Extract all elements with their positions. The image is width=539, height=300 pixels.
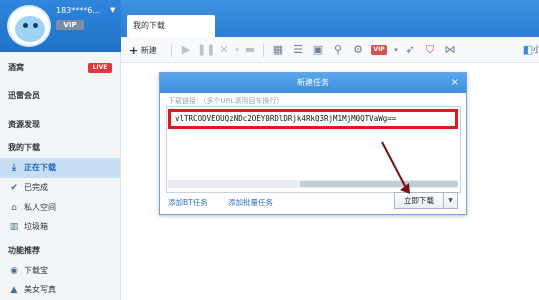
details-icon[interactable]: ▣ [311, 43, 325, 57]
download-box-icon: ◉ [10, 266, 18, 276]
sidebar-section-recommended: 功能推荐 [0, 241, 120, 261]
sidebar-item-label: 美女写真 [24, 285, 56, 294]
start-icon[interactable]: ▶ [179, 43, 193, 57]
delete-icon[interactable]: ✕ [217, 43, 231, 57]
settings-gear-icon[interactable]: ⚙ [351, 43, 365, 57]
sidebar-item-vip-member[interactable]: 迅雷会员 [0, 86, 120, 106]
avatar-eye-icon [23, 23, 28, 28]
sidebar-section-my-downloads: 我的下载 [0, 138, 120, 158]
dialog-titlebar: 新建任务 × [160, 73, 466, 93]
speed-icon[interactable]: ➶ [403, 43, 417, 57]
avatar[interactable] [7, 5, 51, 47]
download-options-chevron-icon[interactable]: ▼ [444, 192, 458, 209]
grid-view-icon[interactable]: ▦ [271, 43, 285, 57]
trash-icon: ▥ [9, 222, 19, 232]
search-icon[interactable]: ⚲ [331, 43, 345, 57]
avatar-eye-icon [33, 23, 38, 28]
check-icon: ✔ [10, 183, 18, 193]
sidebar-item-photos[interactable]: ▲ 美女写真 [0, 280, 120, 300]
sort-icon[interactable]: ☰ [291, 43, 305, 57]
horizontal-scrollbar[interactable] [168, 180, 458, 188]
new-task-dialog: 新建任务 × 下载链接：（多个URL请用回车换行） vlTRCODVEOUQzN… [159, 72, 467, 215]
sidebar: 183****6... ▼ VIP 酒窝 LIVE 迅雷会员 资源发现 我的下载… [0, 0, 121, 300]
sidebar-item-jiuwo[interactable]: 酒窝 LIVE [0, 58, 120, 78]
sidebar-section-label: 我的下载 [8, 143, 40, 152]
sidebar-item-trash[interactable]: ▥ 垃圾箱 [0, 217, 120, 237]
download-icon: ⤓ [12, 163, 16, 173]
sidebar-item-label: 私人空间 [24, 203, 56, 212]
user-menu-chevron-icon[interactable]: ▼ [110, 6, 115, 14]
tab-bar: 我的下载 [121, 0, 539, 37]
folder-icon[interactable]: ▬ [243, 43, 257, 57]
vip-toolbar-badge[interactable]: VIP [371, 45, 387, 55]
new-task-button[interactable]: + 新建 [129, 44, 157, 57]
vip-dropdown-chevron-icon[interactable]: ▾ [389, 43, 403, 57]
url-input-highlighted[interactable]: vlTRCODVEOUQzNDc2OEY0RDlDRjk4RkQ3RjM1MjM… [168, 109, 458, 129]
sidebar-item-label: 已完成 [24, 183, 48, 192]
sidebar-item-download-box[interactable]: ◉ 下载宝 [0, 261, 120, 281]
sidebar-item-resource-discovery[interactable]: 资源发现 [0, 115, 120, 135]
download-now-button[interactable]: 立即下载 [394, 192, 444, 209]
pause-icon[interactable]: ❚❚ [197, 43, 215, 57]
scrollbar-thumb[interactable] [300, 181, 458, 187]
game-controller-icon[interactable]: ⋈ [443, 43, 457, 57]
sidebar-item-label: 资源发现 [8, 120, 40, 129]
add-batch-task-link[interactable]: 添加批量任务 [228, 197, 273, 208]
plus-icon: + [129, 44, 139, 57]
url-field-label: 下载链接：（多个URL请用回车换行） [168, 97, 284, 105]
sidebar-item-label: 下载宝 [24, 266, 48, 275]
username[interactable]: 183****6... [56, 6, 100, 15]
sidebar-item-label: 垃圾箱 [24, 222, 48, 231]
live-badge: LIVE [88, 63, 112, 73]
profile-panel: 183****6... ▼ VIP [0, 0, 121, 52]
sidebar-item-label: 酒窝 [8, 63, 24, 72]
new-task-label: 新建 [140, 46, 157, 55]
lock-icon: ⌂ [11, 203, 17, 213]
sidebar-section-label: 功能推荐 [8, 246, 40, 255]
vip-badge[interactable]: VIP [56, 20, 84, 30]
close-icon[interactable]: × [451, 73, 459, 93]
sidebar-item-completed[interactable]: ✔ 已完成 [0, 178, 120, 198]
dialog-title: 新建任务 [297, 78, 329, 87]
add-bt-task-link[interactable]: 添加BT任务 [168, 197, 208, 208]
sidebar-item-private-space[interactable]: ⌂ 私人空间 [0, 198, 120, 218]
photo-icon: ▲ [10, 285, 18, 295]
toolbar-divider [171, 44, 172, 57]
sidebar-item-downloading[interactable]: ⤓ 正在下载 [0, 158, 120, 178]
delete-dropdown-chevron-icon[interactable]: ▾ [230, 43, 244, 57]
toolbar-divider [263, 44, 264, 57]
sidebar-item-label: 迅雷会员 [8, 91, 40, 100]
shield-icon[interactable]: ⛉ [423, 43, 437, 57]
sidebar-item-label: 正在下载 [24, 163, 56, 172]
avatar-face-icon [15, 16, 45, 42]
toolbar-overflow-label[interactable]: 小 [533, 44, 539, 55]
toolbar: + 新建 ▶ ❚❚ ✕ ▾ ▬ ▦ ☰ ▣ ⚲ ⚙ VIP ▾ ➶ ⛉ ⋈ ◧ … [121, 37, 539, 63]
tab-my-downloads[interactable]: 我的下载 [127, 15, 215, 37]
